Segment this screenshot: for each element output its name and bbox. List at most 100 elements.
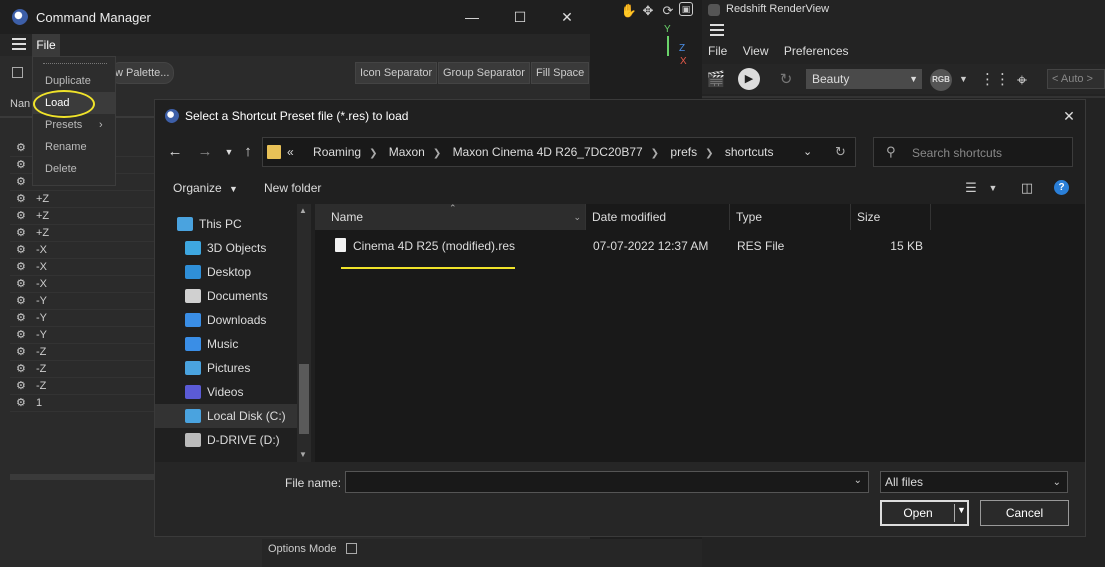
auto-select[interactable]: < Auto > <box>1047 69 1105 89</box>
list-item[interactable]: ⚙ +Z <box>10 191 155 208</box>
breadcrumb-maxon[interactable]: Maxon <box>389 145 425 159</box>
menu-item-delete[interactable]: Delete <box>33 158 115 180</box>
back-arrow-icon[interactable]: ← <box>165 142 185 162</box>
list-item[interactable]: ⚙ +Z <box>10 208 155 225</box>
breadcrumb-shortcuts[interactable]: shortcuts <box>725 145 774 159</box>
dialog-close-icon[interactable]: ✕ <box>1057 106 1081 126</box>
open-button[interactable]: Open ▼ <box>880 500 969 526</box>
view-dropdown-icon[interactable]: ▼ <box>983 179 1003 197</box>
breadcrumb-overflow[interactable]: « <box>287 145 294 159</box>
chevron-down-icon[interactable]: ⌄ <box>854 475 862 486</box>
nav-item-icon <box>185 241 201 255</box>
scroll-up-icon[interactable]: ▲ <box>299 206 307 215</box>
preview-pane-icon[interactable]: ◫ <box>1017 179 1037 197</box>
rgb-channel-button[interactable]: RGB <box>930 69 952 91</box>
recent-chevron-icon[interactable]: ▼ <box>219 142 239 162</box>
nav-item[interactable]: Videos <box>155 380 297 404</box>
rs-menu-file[interactable]: File <box>708 44 727 58</box>
view-options-icon[interactable]: ☰ <box>961 179 981 197</box>
refresh-icon[interactable]: ↻ <box>774 68 798 92</box>
menu-item-presets[interactable]: Presets › <box>33 114 115 136</box>
list-item[interactable]: ⚙ -X <box>10 276 155 293</box>
scroll-down-icon[interactable]: ▼ <box>299 450 307 459</box>
nav-pane-scrollbar[interactable]: ▲ ▼ <box>297 204 311 462</box>
nav-item[interactable]: D-DRIVE (D:) <box>155 428 297 452</box>
move-icon[interactable]: ✥ <box>639 2 657 20</box>
file-name-input[interactable]: ⌄ <box>345 471 869 493</box>
options-mode-checkbox[interactable] <box>346 543 357 554</box>
col-chevron-icon[interactable]: ⌄ <box>573 204 581 230</box>
list-item[interactable]: ⚙ +Z <box>10 225 155 242</box>
address-bar[interactable]: « Roaming ❯ Maxon ❯ Maxon Cinema 4D R26_7D… <box>262 137 856 167</box>
nav-item[interactable]: Pictures <box>155 356 297 380</box>
play-icon[interactable]: ▶ <box>738 68 760 90</box>
refresh-icon[interactable]: ↻ <box>835 144 846 160</box>
file-row[interactable]: Cinema 4D R25 (modified).res 07-07-2022 … <box>315 234 1085 258</box>
list-item[interactable]: ⚙ -X <box>10 259 155 276</box>
nav-item[interactable]: Documents <box>155 284 297 308</box>
nav-item[interactable]: This PC <box>155 212 297 236</box>
up-arrow-icon[interactable]: ↑ <box>238 142 258 162</box>
rgb-dropdown-icon[interactable]: ▼ <box>959 74 968 84</box>
minimize-icon[interactable]: — <box>460 6 484 28</box>
grid-dots-icon[interactable]: ⋮⋮ <box>980 68 1010 92</box>
help-icon[interactable]: ? <box>1054 180 1069 195</box>
list-item-label: -Y <box>36 295 47 307</box>
group-separator-button[interactable]: Group Separator <box>438 62 530 84</box>
icon-separator-button[interactable]: Icon Separator <box>355 62 438 84</box>
forward-arrow-icon[interactable]: → <box>195 142 215 162</box>
search-box[interactable]: ⚲ Search shortcuts <box>873 137 1073 167</box>
col-name[interactable]: Name ⌃ ⌄ <box>315 203 586 230</box>
address-dropdown-icon[interactable]: ⌄ <box>803 145 812 158</box>
col-type[interactable]: Type <box>730 204 851 230</box>
list-item[interactable]: ⚙ -Z <box>10 361 155 378</box>
maximize-icon[interactable]: ☐ <box>508 6 532 28</box>
list-item[interactable]: ⚙ -Y <box>10 293 155 310</box>
col-date[interactable]: Date modified <box>586 204 730 230</box>
clapper-icon[interactable]: 🎬 <box>704 68 728 92</box>
menu-item-rename[interactable]: Rename <box>33 136 115 158</box>
search-input[interactable]: Search shortcuts <box>912 146 1002 160</box>
frame-icon[interactable]: ▣ <box>679 2 693 16</box>
menu-tearoff[interactable] <box>43 63 107 64</box>
fill-space-button[interactable]: Fill Space <box>531 62 590 84</box>
menu-item-duplicate[interactable]: Duplicate <box>33 70 115 92</box>
rotate-icon[interactable]: ⟳ <box>659 2 677 20</box>
organize-button[interactable]: Organize ▼ <box>173 181 238 195</box>
cm-scrollbar[interactable] <box>10 474 155 480</box>
file-type-filter[interactable]: All files ⌄ <box>880 471 1068 493</box>
breadcrumb-prefs[interactable]: prefs <box>670 145 697 159</box>
list-item[interactable]: ⚙ -Y <box>10 327 155 344</box>
breadcrumb-roaming[interactable]: Roaming <box>313 145 361 159</box>
crop-icon[interactable]: ⌖ <box>1010 68 1034 92</box>
nav-item[interactable]: Desktop <box>155 260 297 284</box>
nav-item-label: Downloads <box>207 313 267 327</box>
nav-item[interactable]: Music <box>155 332 297 356</box>
rs-menu-view[interactable]: View <box>743 44 769 58</box>
list-item[interactable]: ⚙ 1 <box>10 395 155 412</box>
rs-hamburger-icon[interactable] <box>710 24 724 38</box>
open-dropdown-icon[interactable]: ▼ <box>957 505 966 515</box>
col-size[interactable]: Size <box>851 204 931 230</box>
file-type: RES File <box>737 239 785 253</box>
new-palette-button[interactable]: w Palette... <box>110 62 175 84</box>
aov-select[interactable]: Beauty ▼ <box>806 69 922 89</box>
list-item[interactable]: ⚙ -Z <box>10 344 155 361</box>
nav-item[interactable]: Local Disk (C:) <box>155 404 297 428</box>
hamburger-icon[interactable] <box>12 38 26 52</box>
rs-menu-preferences[interactable]: Preferences <box>784 44 849 58</box>
hand-pan-icon[interactable]: ✋ <box>620 2 638 20</box>
cm-menu-file[interactable]: File <box>32 34 60 56</box>
list-item[interactable]: ⚙ -Y <box>10 310 155 327</box>
cm-checkbox[interactable] <box>12 67 23 78</box>
cancel-button[interactable]: Cancel <box>980 500 1069 526</box>
scroll-thumb[interactable] <box>299 364 309 434</box>
nav-item[interactable]: Downloads <box>155 308 297 332</box>
list-item[interactable]: ⚙ -X <box>10 242 155 259</box>
close-icon[interactable]: ✕ <box>555 6 579 28</box>
breadcrumb-cinema4d[interactable]: Maxon Cinema 4D R26_7DC20B77 <box>453 145 643 159</box>
list-item[interactable]: ⚙ -Z <box>10 378 155 395</box>
list-item-label: +Z <box>36 193 50 205</box>
new-folder-button[interactable]: New folder <box>264 181 321 195</box>
nav-item[interactable]: 3D Objects <box>155 236 297 260</box>
